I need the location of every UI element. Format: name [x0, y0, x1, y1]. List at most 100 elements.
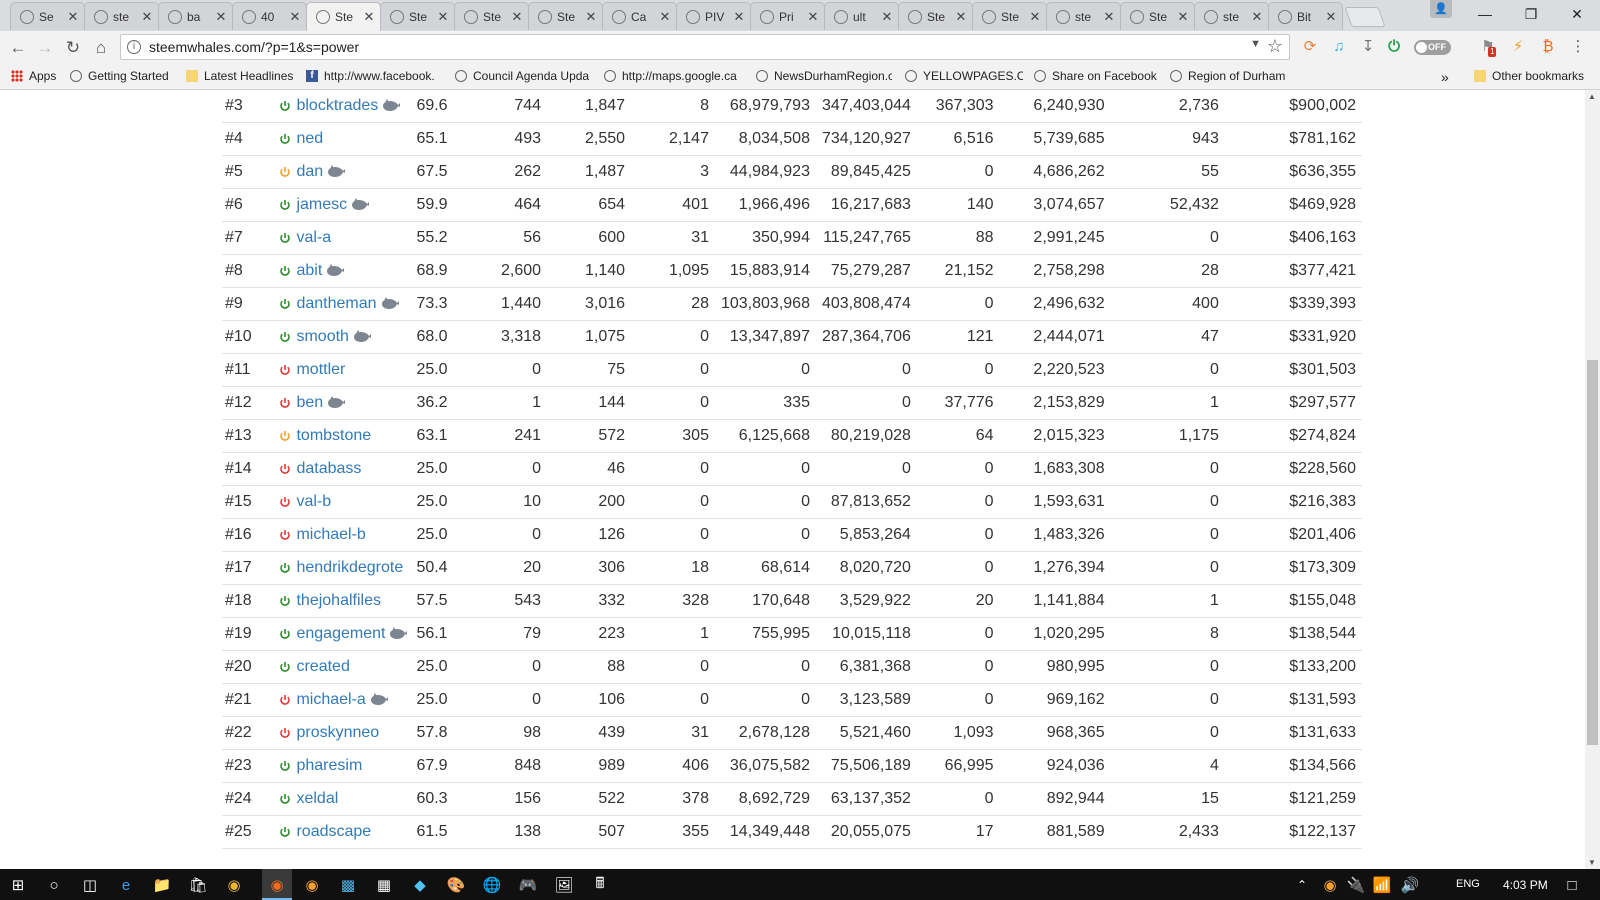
- tab-close-icon[interactable]: ✕: [289, 9, 301, 25]
- browser-tab[interactable]: Bit ✕: [1268, 2, 1343, 30]
- tab-close-icon[interactable]: ✕: [1103, 9, 1115, 25]
- browser-tab[interactable]: Se ✕: [10, 2, 85, 30]
- tray-overflow-icon[interactable]: ⌃: [1290, 873, 1314, 897]
- address-bar[interactable]: i steemwhales.com/?p=1&s=power ▼ ☆: [120, 34, 1290, 60]
- tab-close-icon[interactable]: ✕: [67, 9, 79, 25]
- page-scrollbar[interactable]: ▲ ▼: [1585, 90, 1600, 869]
- tab-close-icon[interactable]: ✕: [1177, 9, 1189, 25]
- tab-close-icon[interactable]: ✕: [141, 9, 153, 25]
- browser-tab[interactable]: Ste ✕: [306, 2, 381, 31]
- account-name-link[interactable]: ned: [296, 130, 323, 148]
- language-indicator[interactable]: ENG: [1456, 878, 1480, 890]
- tab-close-icon[interactable]: ✕: [1325, 9, 1337, 25]
- reload-button[interactable]: ↻: [62, 37, 84, 59]
- account-name-link[interactable]: databass: [296, 460, 361, 478]
- download-icon[interactable]: ↧: [1358, 37, 1378, 57]
- browser-tab[interactable]: Ste ✕: [898, 2, 973, 30]
- diamond-app-icon[interactable]: ◆: [408, 873, 432, 897]
- browser-tab[interactable]: Ste ✕: [454, 2, 529, 30]
- volume-icon[interactable]: 🔊: [1398, 873, 1422, 897]
- account-name-link[interactable]: michael-b: [296, 526, 365, 544]
- tab-close-icon[interactable]: ✕: [659, 9, 671, 25]
- browser-tab[interactable]: PIV ✕: [676, 2, 751, 30]
- tab-close-icon[interactable]: ✕: [881, 9, 893, 25]
- file-explorer-icon[interactable]: 📁: [150, 873, 174, 897]
- bookmark-yellowpages[interactable]: YELLOWPAGES.CA: [905, 69, 1023, 83]
- bookmark-news-durham[interactable]: NewsDurhamRegion.c: [756, 69, 892, 83]
- tab-close-icon[interactable]: ✕: [585, 9, 597, 25]
- store-icon[interactable]: 🛍: [186, 873, 210, 897]
- home-button[interactable]: ⌂: [90, 37, 112, 59]
- browser-tab[interactable]: Ca ✕: [602, 2, 677, 30]
- browser-tab[interactable]: ste ✕: [1046, 2, 1121, 30]
- calculator-icon[interactable]: 🖩: [588, 873, 612, 897]
- task-view-icon[interactable]: ◫: [78, 873, 102, 897]
- account-name-link[interactable]: xeldal: [296, 790, 338, 808]
- windows-start-icon[interactable]: ⊞: [6, 873, 30, 897]
- tab-close-icon[interactable]: ✕: [363, 9, 375, 25]
- scroll-down-arrow-icon[interactable]: ▼: [1588, 858, 1596, 867]
- account-name-link[interactable]: dan: [296, 163, 323, 181]
- flag-icon[interactable]: ⚑1: [1478, 37, 1498, 57]
- cortana-icon[interactable]: ○: [42, 873, 66, 897]
- tab-close-icon[interactable]: ✕: [1029, 9, 1041, 25]
- scroll-up-arrow-icon[interactable]: ▲: [1588, 92, 1596, 101]
- bookmarks-overflow-button[interactable]: »: [1441, 69, 1449, 85]
- bitcoin-icon[interactable]: ₿: [1538, 37, 1558, 57]
- browser-tab[interactable]: Pri ✕: [750, 2, 825, 30]
- tab-close-icon[interactable]: ✕: [437, 9, 449, 25]
- notifications-icon[interactable]: □: [1560, 873, 1584, 897]
- tab-close-icon[interactable]: ✕: [215, 9, 227, 25]
- off-toggle[interactable]: OFF: [1414, 40, 1451, 55]
- bookmark-other[interactable]: Other bookmarks: [1474, 69, 1584, 83]
- close-window-button[interactable]: ✕: [1554, 0, 1600, 28]
- browser-tab[interactable]: ba ✕: [158, 2, 233, 30]
- photos-app-icon[interactable]: 🖼: [552, 873, 576, 897]
- account-name-link[interactable]: smooth: [296, 328, 348, 346]
- paint-app-icon[interactable]: 🎨: [444, 873, 468, 897]
- account-name-link[interactable]: blocktrades: [296, 97, 378, 115]
- minimize-button[interactable]: —: [1462, 0, 1508, 28]
- bookmark-region-durham[interactable]: Region of Durham: [1170, 69, 1292, 83]
- account-name-link[interactable]: roadscape: [296, 823, 371, 841]
- account-name-link[interactable]: thejohalfiles: [296, 592, 381, 610]
- chevron-down-icon[interactable]: ▼: [1250, 38, 1261, 50]
- new-tab-button[interactable]: [1344, 7, 1386, 27]
- account-name-link[interactable]: michael-a: [296, 691, 365, 709]
- menu-icon[interactable]: ⋮: [1568, 37, 1588, 57]
- back-button[interactable]: ←: [7, 37, 29, 59]
- bookmark-apps[interactable]: Apps: [11, 69, 56, 83]
- browser-tab[interactable]: Ste ✕: [380, 2, 455, 30]
- scrollbar-thumb[interactable]: [1587, 360, 1598, 745]
- browser-tab[interactable]: ult ✕: [824, 2, 899, 30]
- game-app-icon[interactable]: 🎮: [516, 873, 540, 897]
- restore-button[interactable]: ❐: [1508, 0, 1554, 28]
- bookmark-getting-started[interactable]: Getting Started: [70, 69, 178, 83]
- network-icon[interactable]: 📶: [1370, 873, 1394, 897]
- bookmark-latest-headlines[interactable]: Latest Headlines: [186, 69, 296, 83]
- firefox-alt-icon[interactable]: ◉: [300, 873, 324, 897]
- browser-tab[interactable]: ste ✕: [84, 2, 159, 30]
- browser-tab[interactable]: ste ✕: [1194, 2, 1269, 30]
- account-name-link[interactable]: abit: [296, 262, 322, 280]
- bookmark-google-maps[interactable]: http://maps.google.ca: [604, 69, 742, 83]
- star-icon[interactable]: ☆: [1267, 36, 1283, 57]
- edge-icon[interactable]: e: [114, 873, 138, 897]
- tab-close-icon[interactable]: ✕: [1251, 9, 1263, 25]
- account-name-link[interactable]: proskynneo: [296, 724, 379, 742]
- headphones-icon[interactable]: ♫: [1329, 37, 1349, 57]
- power-plug-icon[interactable]: 🔌: [1344, 873, 1368, 897]
- tab-close-icon[interactable]: ✕: [807, 9, 819, 25]
- bookmark-council-agenda[interactable]: Council Agenda Upda: [455, 69, 591, 83]
- account-name-link[interactable]: val-a: [296, 229, 331, 247]
- browser-tab[interactable]: Ste ✕: [972, 2, 1047, 30]
- firefox-icon[interactable]: ◉: [265, 873, 289, 897]
- power-extension-icon[interactable]: ⏻: [1384, 37, 1404, 57]
- account-name-link[interactable]: ben: [296, 394, 323, 412]
- account-name-link[interactable]: val-b: [296, 493, 331, 511]
- account-name-link[interactable]: engagement: [296, 625, 385, 643]
- bookmark-facebook[interactable]: f http://www.facebook.: [306, 69, 440, 83]
- account-name-link[interactable]: created: [296, 658, 349, 676]
- tab-close-icon[interactable]: ✕: [511, 9, 523, 25]
- account-name-link[interactable]: mottler: [296, 361, 345, 379]
